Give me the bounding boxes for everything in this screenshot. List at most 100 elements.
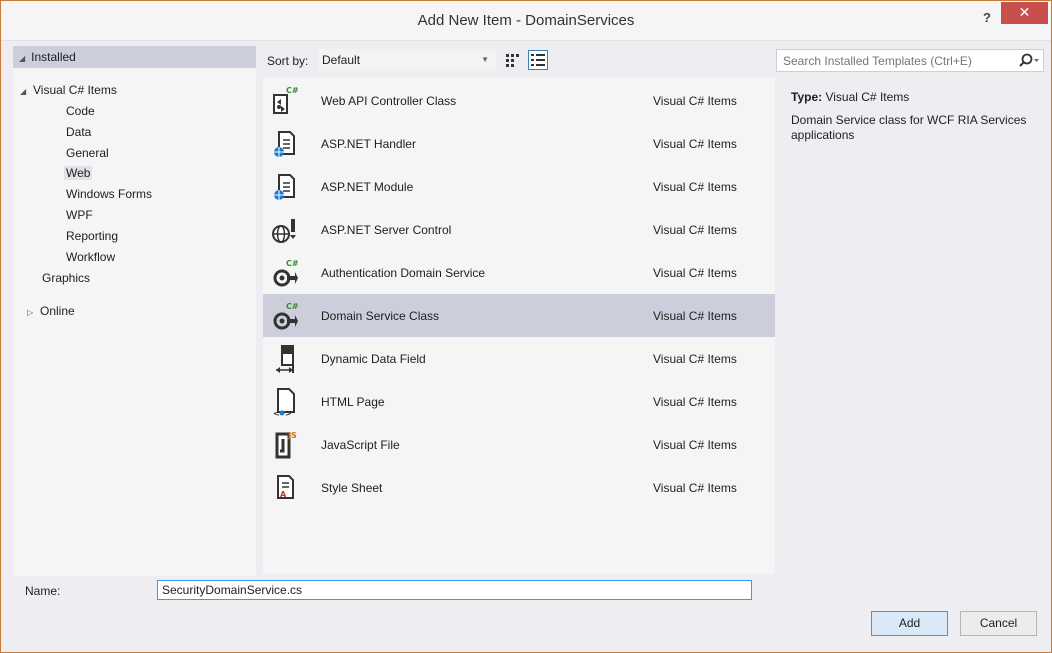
template-row-aspnet-module[interactable]: ASP.NET Module Visual C# Items	[263, 165, 775, 208]
svg-text:<: <	[273, 409, 280, 418]
tree-item-label: Reporting	[66, 229, 119, 243]
tree-item-wpf[interactable]: WPF	[66, 205, 93, 225]
svg-text:C#: C#	[286, 86, 299, 95]
template-name: Style Sheet	[321, 481, 383, 495]
sort-by-dropdown[interactable]: Default ▼	[319, 49, 496, 71]
expanded-triangle-icon: ◢	[19, 54, 26, 63]
sort-by-value: Default	[322, 53, 361, 67]
template-row-authentication-domain-service[interactable]: C# Authentication Domain Service Visual …	[263, 251, 775, 294]
svg-text:JS: JS	[287, 431, 297, 440]
tree-item-label: Windows Forms	[66, 187, 153, 201]
template-category: Visual C# Items	[653, 438, 737, 452]
template-name: Web API Controller Class	[321, 94, 457, 108]
tree-item-label: Graphics	[42, 271, 91, 285]
type-value: Visual C# Items	[825, 90, 910, 104]
javascript-file-icon: JS	[270, 429, 300, 461]
list-view-button[interactable]	[528, 50, 548, 70]
cancel-button[interactable]: Cancel	[960, 611, 1037, 636]
list-view-icon	[531, 54, 545, 66]
template-row-aspnet-server-control[interactable]: ASP.NET Server Control Visual C# Items	[263, 208, 775, 251]
svg-text:C#: C#	[286, 259, 299, 268]
tree-item-data[interactable]: Data	[66, 122, 91, 142]
template-row-web-api-controller[interactable]: C# Web API Controller Class Visual C# It…	[263, 79, 775, 122]
template-description: Domain Service class for WCF RIA Service…	[791, 113, 1027, 142]
template-name: ASP.NET Server Control	[321, 223, 452, 237]
template-category: Visual C# Items	[653, 180, 737, 194]
installed-label: Installed	[31, 50, 76, 64]
tree-item-reporting[interactable]: Reporting	[66, 226, 118, 246]
chevron-down-icon: ▼	[481, 55, 489, 64]
add-new-item-dialog: Add New Item - DomainServices ? ✕ ◢ Insta…	[0, 0, 1052, 653]
tree-item-graphics[interactable]: Graphics	[42, 268, 90, 288]
tree-item-label: Online	[40, 304, 75, 318]
template-category: Visual C# Items	[653, 309, 737, 323]
template-category: Visual C# Items	[653, 223, 737, 237]
svg-text:A: A	[280, 490, 287, 499]
template-category: Visual C# Items	[653, 352, 737, 366]
tree-item-windows-forms[interactable]: Windows Forms	[66, 184, 152, 204]
server-control-icon	[270, 214, 300, 246]
template-category: Visual C# Items	[653, 266, 737, 280]
small-icons-view-icon	[506, 54, 519, 67]
expanded-triangle-icon: ◢	[20, 87, 27, 96]
search-box[interactable]	[776, 49, 1044, 72]
sort-by-label: Sort by:	[267, 54, 309, 68]
close-button[interactable]: ✕	[1001, 2, 1048, 24]
tree-item-online[interactable]: ▷ Online	[27, 301, 75, 321]
template-name: Dynamic Data Field	[321, 352, 426, 366]
template-name: JavaScript File	[321, 438, 400, 452]
tree-item-code[interactable]: Code	[66, 101, 95, 121]
template-category: Visual C# Items	[653, 94, 737, 108]
tree-item-general[interactable]: General	[66, 143, 109, 163]
search-input[interactable]	[777, 50, 997, 71]
type-label: Type:	[791, 90, 823, 104]
template-category: Visual C# Items	[653, 481, 737, 495]
web-api-controller-icon: C#	[270, 85, 300, 117]
template-name: HTML Page	[321, 395, 385, 409]
close-icon: ✕	[1018, 4, 1031, 20]
title-bar: Add New Item - DomainServices ? ✕	[1, 1, 1051, 41]
tree-item-label: Workflow	[66, 250, 116, 264]
template-row-html-page[interactable]: < > HTML Page Visual C# Items	[263, 380, 775, 423]
tree-item-label: Visual C# Items	[33, 83, 117, 97]
tree-item-label: Data	[66, 125, 92, 139]
svg-text:C#: C#	[286, 302, 299, 311]
template-row-style-sheet[interactable]: A Style Sheet Visual C# Items	[263, 466, 775, 509]
name-label: Name:	[25, 584, 61, 598]
help-button[interactable]: ?	[979, 9, 995, 27]
html-page-icon: < >	[270, 386, 300, 418]
aspnet-handler-icon	[270, 128, 300, 160]
tree-item-label: Code	[66, 104, 95, 118]
tree-item-label: Web	[64, 166, 93, 180]
add-button[interactable]: Add	[871, 611, 948, 636]
search-icon[interactable]	[1017, 52, 1041, 70]
template-type: Type: Visual C# Items	[791, 89, 1046, 105]
template-name: Authentication Domain Service	[321, 266, 486, 280]
template-name: ASP.NET Handler	[321, 137, 416, 151]
svg-text:>: >	[285, 409, 292, 418]
tree-item-label: General	[66, 146, 109, 160]
tree-item-label: WPF	[66, 208, 93, 222]
installed-header[interactable]: ◢ Installed	[13, 46, 256, 68]
auth-domain-service-icon: C#	[270, 257, 300, 289]
template-name: Domain Service Class	[321, 309, 440, 323]
style-sheet-icon: A	[270, 472, 300, 504]
tree-item-visual-csharp-items[interactable]: ◢ Visual C# Items	[20, 80, 117, 100]
template-row-aspnet-handler[interactable]: ASP.NET Handler Visual C# Items	[263, 122, 775, 165]
template-row-domain-service-class[interactable]: C# Domain Service Class Visual C# Items	[263, 294, 775, 337]
collapsed-triangle-icon: ▷	[27, 308, 34, 317]
tree-item-web[interactable]: Web	[64, 163, 93, 183]
dynamic-data-field-icon	[270, 343, 300, 375]
tree-item-workflow[interactable]: Workflow	[66, 247, 115, 267]
template-info-panel: Type: Visual C# Items Domain Service cla…	[791, 89, 1046, 143]
dialog-title: Add New Item - DomainServices	[417, 12, 635, 29]
template-row-dynamic-data-field[interactable]: Dynamic Data Field Visual C# Items	[263, 337, 775, 380]
template-list: C# Web API Controller Class Visual C# It…	[263, 77, 775, 574]
domain-service-icon: C#	[270, 300, 300, 332]
template-name: ASP.NET Module	[321, 180, 414, 194]
name-field[interactable]	[157, 580, 752, 600]
small-icons-view-button[interactable]	[503, 50, 521, 68]
template-row-javascript-file[interactable]: JS JavaScript File Visual C# Items	[263, 423, 775, 466]
template-category: Visual C# Items	[653, 137, 737, 151]
template-category: Visual C# Items	[653, 395, 737, 409]
